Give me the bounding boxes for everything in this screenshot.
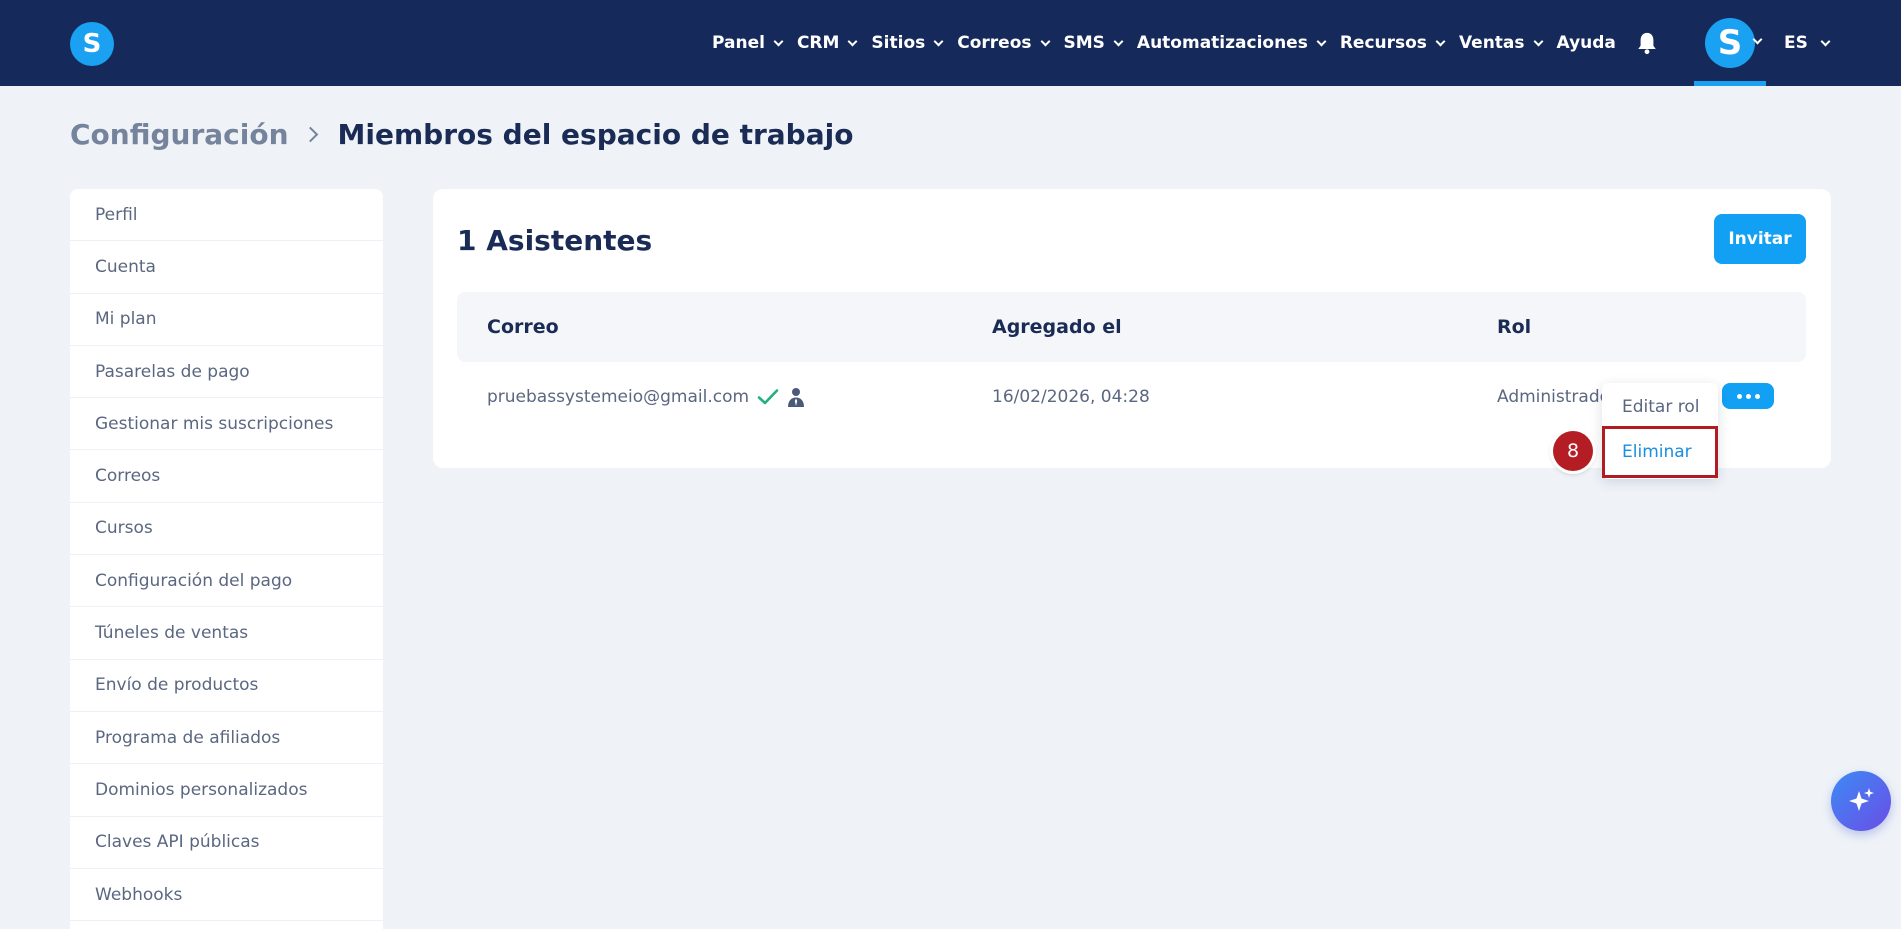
members-count-title: 1 Asistentes xyxy=(457,224,653,257)
nav-item-label: Ayuda xyxy=(1556,33,1616,53)
chevron-down-icon xyxy=(1820,36,1831,46)
nav-item-label: Recursos xyxy=(1339,33,1427,53)
chevron-down-icon xyxy=(1316,36,1327,46)
breadcrumb: Configuración Miembros del espacio de tr… xyxy=(70,118,853,151)
invite-button[interactable]: Invitar xyxy=(1714,214,1806,264)
more-horizontal-icon xyxy=(1754,393,1760,399)
language-selector[interactable]: ES xyxy=(1784,0,1831,86)
nav-item-ventas[interactable]: Ventas xyxy=(1458,33,1543,53)
language-label: ES xyxy=(1784,33,1808,53)
chevron-down-icon xyxy=(1533,36,1543,46)
sidebar-item-perfil[interactable]: Perfil xyxy=(70,189,383,242)
chevron-down-icon xyxy=(1435,36,1446,46)
chevron-down-icon xyxy=(847,36,858,46)
chevron-down-icon xyxy=(1040,36,1050,46)
more-horizontal-icon xyxy=(1745,393,1751,399)
nav-item-recursos[interactable]: Recursos xyxy=(1339,33,1446,53)
sidebar-item-cursos[interactable]: Cursos xyxy=(70,503,383,556)
row-actions-button[interactable] xyxy=(1722,383,1774,409)
nav-item-sms[interactable]: SMS xyxy=(1063,33,1124,53)
menu-item-edit-role[interactable]: Editar rol xyxy=(1622,397,1699,417)
page-title: Miembros del espacio de trabajo xyxy=(337,118,854,151)
column-header-role: Rol xyxy=(1497,316,1532,338)
nav-item-label: Ventas xyxy=(1458,33,1525,53)
sidebar-item-cuenta[interactable]: Cuenta xyxy=(70,241,383,294)
bell-icon[interactable] xyxy=(1636,31,1658,55)
user-icon xyxy=(788,388,805,407)
check-icon xyxy=(757,389,779,405)
chevron-down-icon xyxy=(933,36,944,46)
member-added-date: 16/02/2026, 04:28 xyxy=(992,387,1150,407)
nav-item-label: Sitios xyxy=(871,33,926,53)
top-navbar: S Panel CRM Sitios Correos SMS Automatiz… xyxy=(0,0,1901,86)
member-email-cell: pruebassystemeio@gmail.com xyxy=(487,362,805,432)
active-indicator xyxy=(1694,81,1766,86)
sidebar-item-envio-de-productos[interactable]: Envío de productos xyxy=(70,660,383,712)
avatar-letter: S xyxy=(1717,23,1743,63)
settings-sidebar: Perfil Cuenta Mi plan Pasarelas de pago … xyxy=(70,189,383,929)
more-horizontal-icon xyxy=(1736,393,1742,399)
sidebar-item-pasarelas-de-pago[interactable]: Pasarelas de pago xyxy=(70,346,383,399)
ai-assistant-button[interactable] xyxy=(1831,771,1891,831)
nav-item-correos[interactable]: Correos xyxy=(957,33,1050,53)
sidebar-item-tuneles-de-ventas[interactable]: Túneles de ventas xyxy=(70,607,383,660)
sidebar-item-configuracion-del-pago[interactable]: Configuración del pago xyxy=(70,555,383,608)
chevron-right-icon xyxy=(302,126,318,143)
nav-item-label: CRM xyxy=(796,33,840,53)
member-email: pruebassystemeio@gmail.com xyxy=(487,387,750,407)
column-header-email: Correo xyxy=(487,316,559,338)
column-header-added: Agregado el xyxy=(992,316,1122,338)
step-highlight xyxy=(1602,426,1718,478)
sidebar-item-suscripciones[interactable]: Gestionar mis suscripciones xyxy=(70,398,383,451)
table-header: Correo Agregado el Rol xyxy=(457,292,1806,362)
avatar: S xyxy=(1705,18,1755,68)
sidebar-item-dominios-personalizados[interactable]: Dominios personalizados xyxy=(70,764,383,817)
nav-item-label: Automatizaciones xyxy=(1136,33,1308,53)
brand-logo[interactable]: S xyxy=(70,22,114,66)
member-role: Administrador xyxy=(1497,387,1618,407)
sidebar-item-programa-de-afiliados[interactable]: Programa de afiliados xyxy=(70,712,383,765)
sidebar-item-correos[interactable]: Correos xyxy=(70,450,383,503)
sidebar-item-claves-api[interactable]: Claves API públicas xyxy=(70,817,383,869)
nav-item-label: Panel xyxy=(712,33,765,53)
nav-item-ayuda[interactable]: Ayuda xyxy=(1557,33,1616,53)
nav-item-crm[interactable]: CRM xyxy=(796,33,858,53)
chevron-down-icon xyxy=(1113,36,1124,46)
main-nav: Panel CRM Sitios Correos SMS Automatizac… xyxy=(712,0,1680,86)
chevron-down-icon xyxy=(773,36,784,46)
step-badge: 8 xyxy=(1553,431,1593,471)
nav-item-label: SMS xyxy=(1063,33,1105,53)
sparkles-icon xyxy=(1849,788,1874,811)
sidebar-item-mi-plan[interactable]: Mi plan xyxy=(70,294,383,346)
sidebar-item-webhooks[interactable]: Webhooks xyxy=(70,869,383,922)
nav-item-sitios[interactable]: Sitios xyxy=(871,33,944,53)
nav-item-label: Correos xyxy=(957,33,1032,53)
nav-item-automatizaciones[interactable]: Automatizaciones xyxy=(1136,33,1327,53)
logo-letter: S xyxy=(82,29,102,59)
breadcrumb-parent[interactable]: Configuración xyxy=(70,118,289,151)
nav-item-panel[interactable]: Panel xyxy=(712,33,784,53)
